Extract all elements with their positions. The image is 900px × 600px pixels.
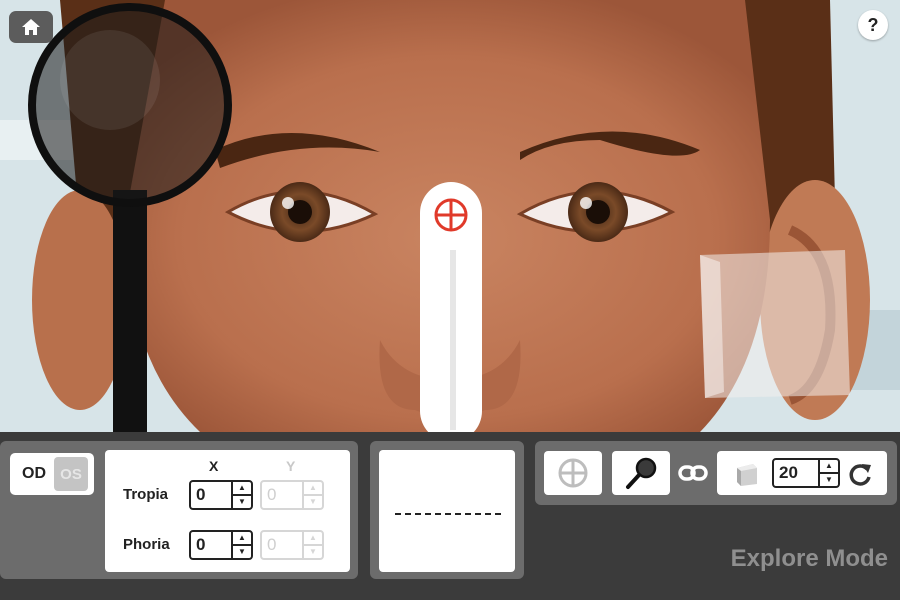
tropia-x-stepper[interactable]: 0 ▲ ▼: [189, 480, 253, 510]
phoria-x-stepper[interactable]: 0 ▲ ▼: [189, 530, 253, 560]
rotate-icon[interactable]: [847, 461, 873, 487]
help-button[interactable]: ?: [858, 10, 888, 40]
home-icon: [22, 19, 40, 35]
phoria-x-value[interactable]: 0: [191, 532, 231, 558]
phoria-y-decrement[interactable]: ▼: [304, 546, 322, 558]
phoria-y-stepper[interactable]: 0 ▲ ▼: [260, 530, 324, 560]
column-x-header: X: [209, 458, 219, 474]
tropia-y-decrement[interactable]: ▼: [304, 496, 322, 508]
crosshair-target-icon: [558, 458, 588, 488]
fixation-target-icon[interactable]: [432, 196, 470, 234]
tropia-x-increment[interactable]: ▲: [233, 482, 251, 496]
phoria-y-value[interactable]: 0: [262, 532, 302, 558]
measurement-table: X Y Tropia 0 ▲ ▼ 0 ▲ ▼ Phoria 0 ▲ ▼ 0 ▲ …: [105, 450, 350, 572]
link-icon[interactable]: [678, 460, 708, 486]
prism-power-value[interactable]: 20: [774, 460, 818, 486]
prism-tool: 20 ▲ ▼: [717, 451, 887, 495]
target-tool-button[interactable]: [544, 451, 602, 495]
od-eye-button[interactable]: OD: [14, 465, 54, 483]
phoria-x-increment[interactable]: ▲: [233, 532, 251, 546]
occluder-tool-button[interactable]: [612, 451, 670, 495]
magnifier-occluder-icon: [626, 457, 657, 489]
reading-panel: [370, 441, 524, 579]
tropia-x-value[interactable]: 0: [191, 482, 231, 508]
tool-panel: 20 ▲ ▼: [535, 441, 897, 505]
prism-power-decrement[interactable]: ▼: [820, 474, 838, 486]
mode-label: Explore Mode: [730, 545, 888, 572]
tropia-y-increment[interactable]: ▲: [304, 482, 322, 496]
tropia-y-value[interactable]: 0: [262, 482, 302, 508]
phoria-y-increment[interactable]: ▲: [304, 532, 322, 546]
phoria-label: Phoria: [123, 536, 170, 553]
measurement-panel: OD OS X Y Tropia 0 ▲ ▼ 0 ▲ ▼ Phoria 0 ▲ …: [0, 441, 358, 579]
tropia-y-stepper[interactable]: 0 ▲ ▼: [260, 480, 324, 510]
column-y-header: Y: [286, 458, 296, 474]
patient-scene: ?: [0, 0, 900, 432]
reading-display: [379, 450, 515, 572]
home-button[interactable]: [9, 11, 53, 43]
tropia-x-decrement[interactable]: ▼: [233, 496, 251, 508]
phoria-x-decrement[interactable]: ▼: [233, 546, 251, 558]
tropia-label: Tropia: [123, 486, 169, 503]
os-eye-button[interactable]: OS: [54, 457, 88, 491]
prism-icon[interactable]: [733, 460, 761, 488]
prism-power-increment[interactable]: ▲: [820, 460, 838, 474]
empty-reading-line: [395, 513, 501, 515]
prism-power-stepper[interactable]: 20 ▲ ▼: [772, 458, 840, 488]
eye-toggle: OD OS: [10, 453, 94, 495]
